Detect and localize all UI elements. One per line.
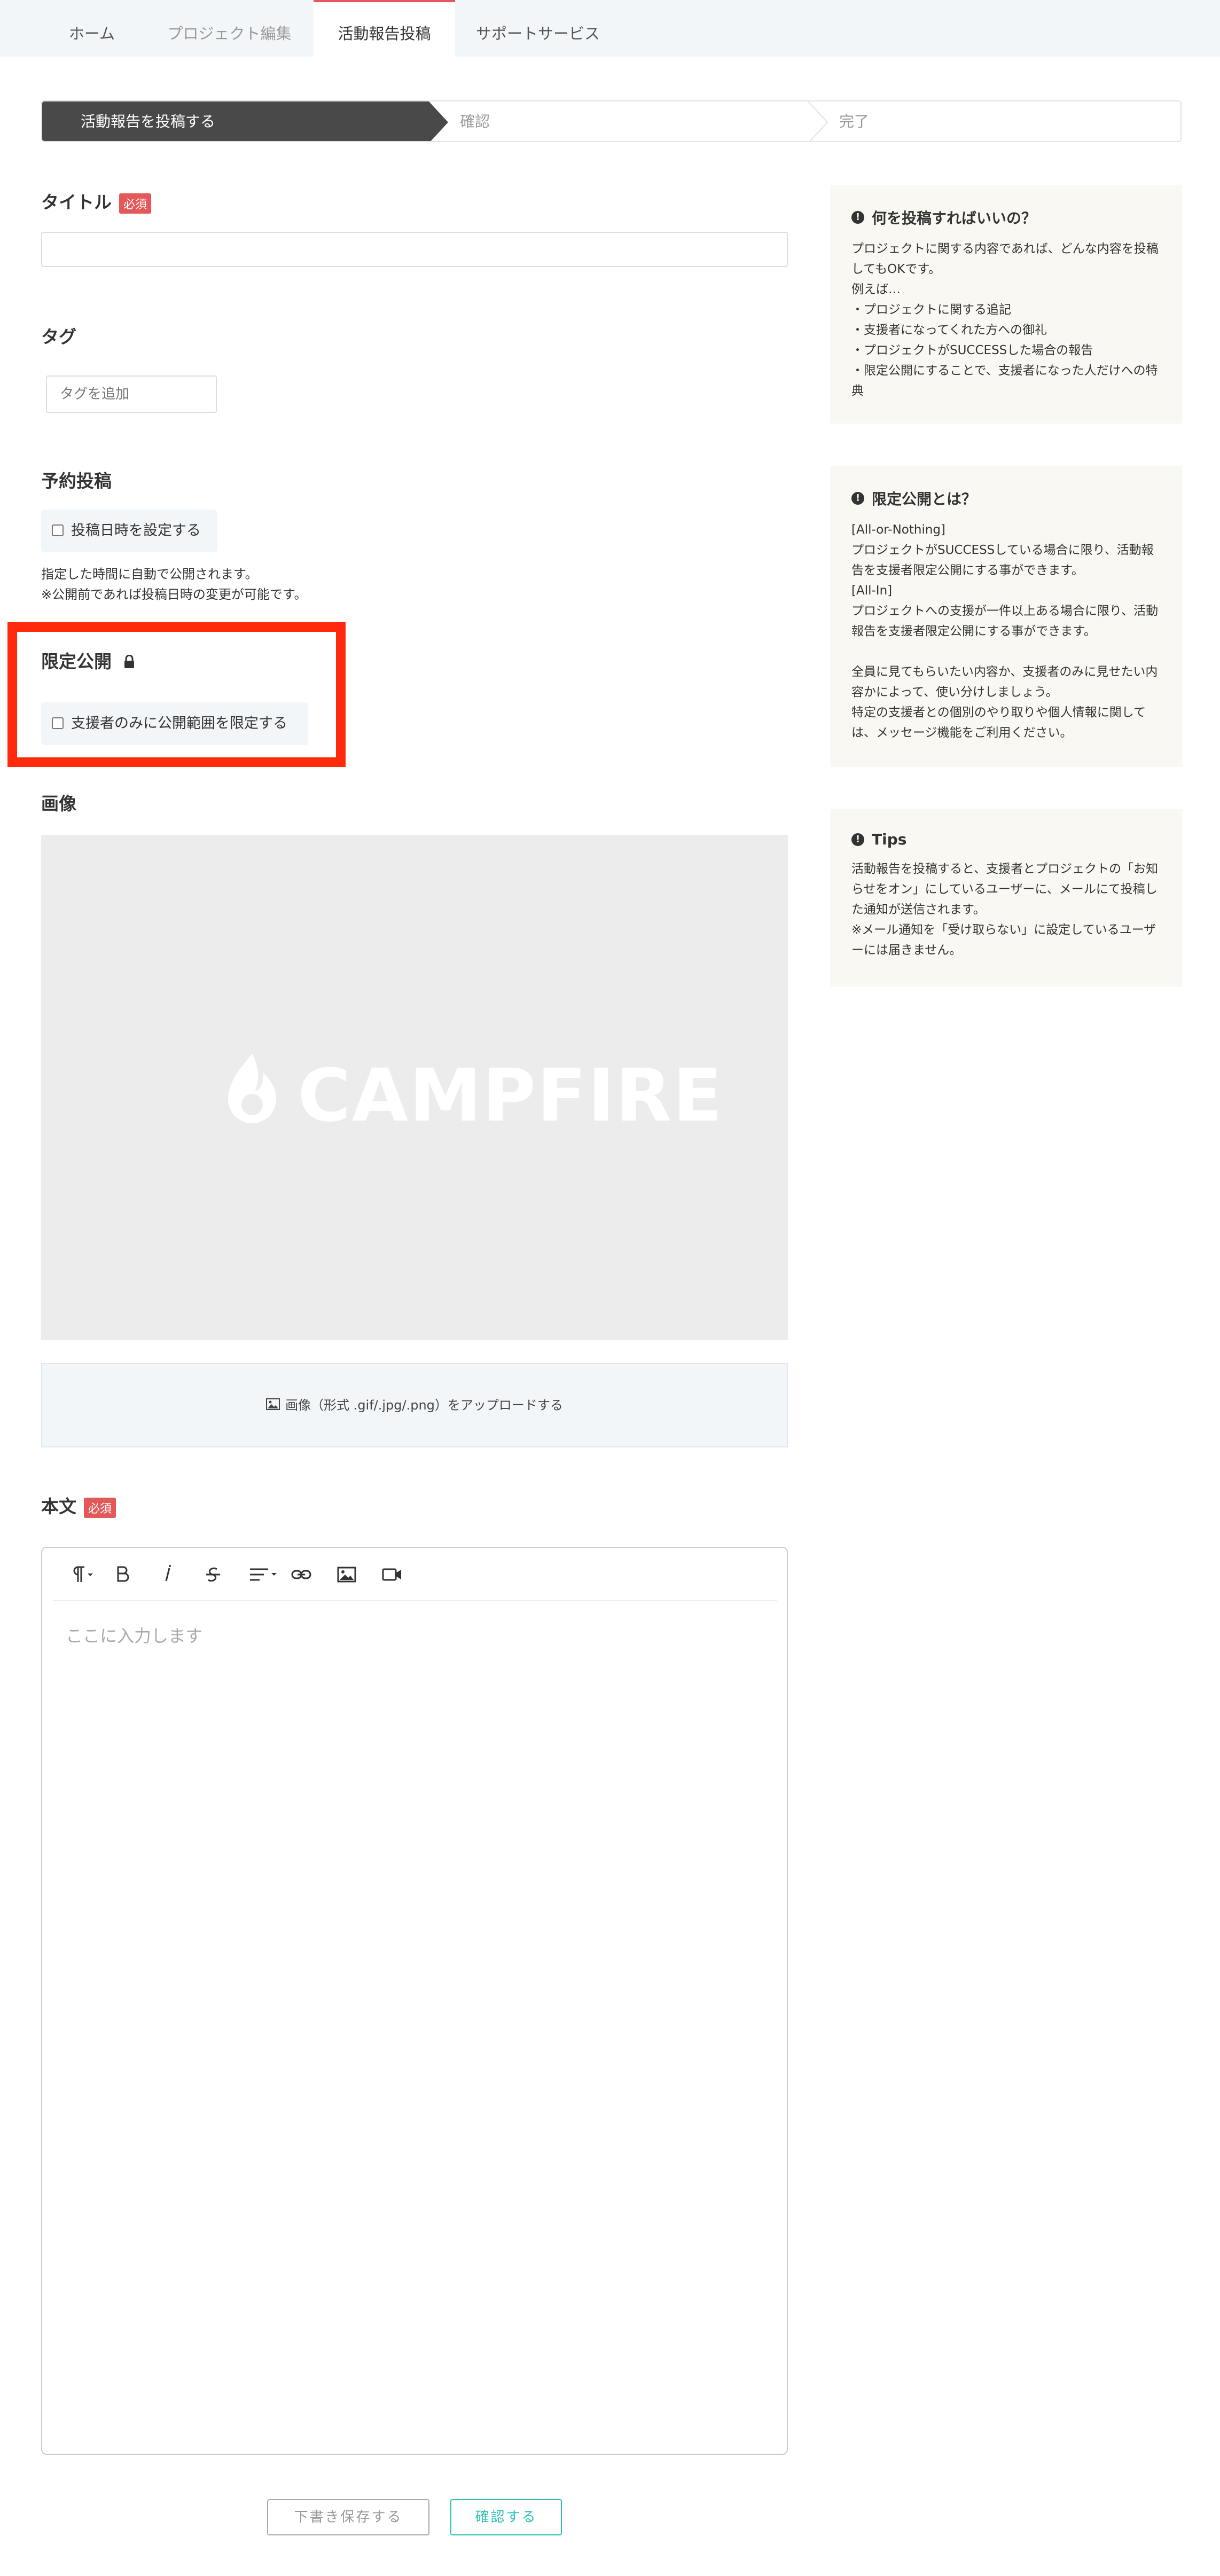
step-confirm: 確認 [460, 113, 490, 130]
image-upload-button[interactable]: 画像（形式 .gif/.jpg/.png）をアップロードする [41, 1363, 788, 1447]
info-icon: ! [851, 833, 864, 846]
upload-text: 画像（形式 .gif/.jpg/.png）をアップロードする [285, 1398, 563, 1413]
help-body: プロジェクトに関する内容であれば、どんな内容を投稿してもOKです。 例えば… ・… [851, 242, 1159, 398]
help-what-to-post: ! 何を投稿すればいいの？ プロジェクトに関する内容であれば、どんな内容を投稿して… [830, 185, 1182, 424]
title-input[interactable] [41, 232, 788, 267]
title-label-text: タイトル [41, 192, 112, 213]
editor-toolbar [53, 1548, 777, 1601]
help-body: [All-or-Nothing] プロジェクトがSUCCESSしている場合に限り… [851, 523, 1159, 740]
help-body: 活動報告を投稿すると、支援者とプロジェクトの「お知らせをオン」にしているユーザー… [851, 862, 1159, 957]
campfire-logo-text: CAMPFIRE [298, 1054, 724, 1138]
align-icon[interactable] [243, 1563, 285, 1586]
video-icon[interactable] [379, 1563, 405, 1586]
confirm-button[interactable]: 確認する [450, 2499, 562, 2535]
title-label: タイトル 必須 [41, 188, 152, 214]
schedule-note: 指定した時間に自動で公開されます。 ※公開前であれば投稿日時の変更が可能です。 [41, 567, 307, 602]
image-icon [266, 1365, 280, 1447]
tab-support-service[interactable]: サポートサービス [455, 0, 621, 57]
schedule-checkbox[interactable]: 投稿日時を設定する [41, 510, 217, 552]
required-badge: 必須 [84, 1497, 116, 1518]
help-title-text: Tips [872, 831, 907, 848]
image-label: 画像 [41, 793, 76, 814]
tab-home[interactable]: ホーム [38, 0, 145, 57]
tag-label: タグ [41, 326, 76, 347]
schedule-checkbox-label: 投稿日時を設定する [71, 522, 201, 539]
save-draft-button[interactable]: 下書き保存する [267, 2499, 429, 2535]
link-icon[interactable] [288, 1563, 315, 1586]
help-title: ! 何を投稿すればいいの？ [851, 207, 1161, 228]
step-post: 活動報告を投稿する [81, 113, 216, 130]
image-preview: CAMPFIRE [41, 835, 788, 1340]
highlight-frame [7, 622, 346, 767]
body-editor[interactable]: ここに入力します [41, 1547, 788, 2455]
paragraph-icon[interactable] [62, 1563, 100, 1586]
info-icon: ! [851, 211, 864, 224]
step-complete: 完了 [839, 113, 870, 130]
tab-project-edit[interactable]: プロジェクト編集 [145, 0, 314, 57]
help-title-text: 何を投稿すればいいの？ [872, 209, 1037, 227]
body-label: 本文 必須 [41, 1492, 116, 1518]
italic-icon[interactable] [154, 1563, 181, 1586]
top-tab-bar: ホーム プロジェクト編集 活動報告投稿 サポートサービス [0, 0, 1220, 57]
tab-activity-report[interactable]: 活動報告投稿 [314, 0, 455, 57]
progress-steps: 活動報告を投稿する 確認 完了 [41, 100, 1182, 142]
info-icon: ! [851, 492, 864, 505]
help-limited-public: ! 限定公開とは？ [All-or-Nothing] プロジェクトがSUCCESS… [830, 466, 1182, 767]
help-title: ! 限定公開とは？ [851, 488, 1161, 509]
help-title: ! Tips [851, 831, 1161, 848]
image-icon[interactable] [333, 1563, 360, 1586]
bold-icon[interactable] [109, 1563, 136, 1586]
schedule-label: 予約投稿 [41, 471, 112, 491]
strikethrough-icon[interactable] [200, 1563, 226, 1586]
step-arrow [429, 101, 448, 141]
checkbox-square[interactable] [52, 524, 64, 536]
tag-input[interactable]: タグを追加 [46, 375, 217, 413]
help-title-text: 限定公開とは？ [872, 490, 977, 508]
body-placeholder: ここに入力します [66, 1626, 203, 1646]
help-tips: ! Tips 活動報告を投稿すると、支援者とプロジェクトの「お知らせをオン」にして… [830, 809, 1182, 987]
body-label-text: 本文 [41, 1496, 76, 1517]
required-badge: 必須 [119, 193, 152, 214]
campfire-logo: CAMPFIRE [223, 1048, 722, 1138]
